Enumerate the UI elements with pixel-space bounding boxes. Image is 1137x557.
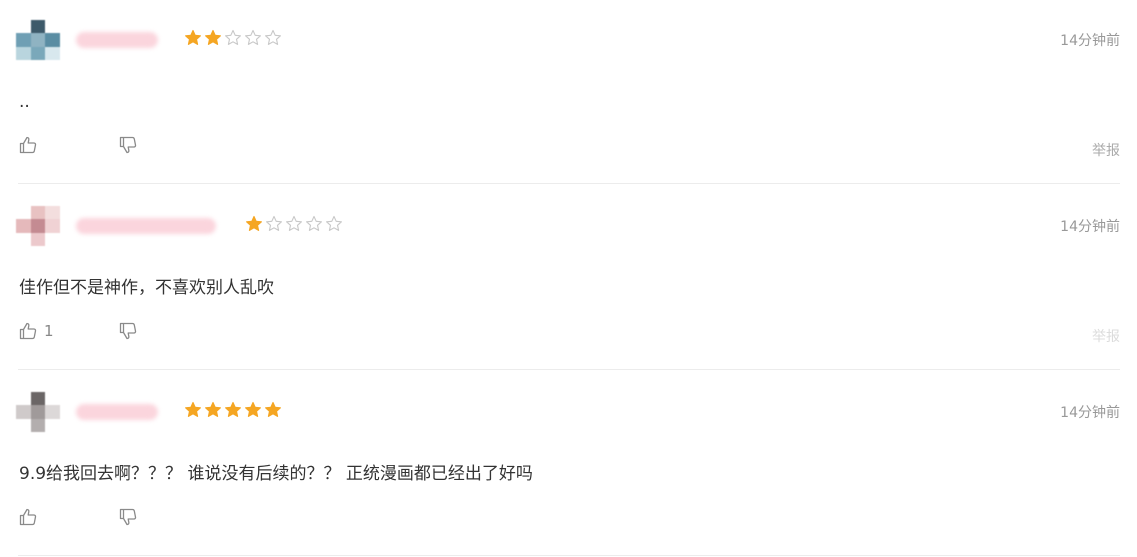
avatar-tile xyxy=(45,219,60,233)
divider xyxy=(18,183,1120,184)
star-filled-icon xyxy=(184,29,202,47)
report-link[interactable]: 举报 xyxy=(1092,140,1120,160)
avatar-tile xyxy=(16,46,31,60)
like-button[interactable]: 1 xyxy=(18,320,118,342)
thumbs-down-icon xyxy=(118,135,138,155)
avatar-tile xyxy=(45,418,60,432)
timestamp: 14分钟前 xyxy=(1060,405,1120,421)
avatar-tile xyxy=(30,20,46,34)
review-item: 14分钟前 9.9给我回去啊？？？ 谁说没有后续的？？ 正统漫画都已经出了好吗 xyxy=(0,372,1137,557)
username[interactable] xyxy=(76,404,158,420)
timestamp: 14分钟前 xyxy=(1060,33,1120,49)
avatar-tile xyxy=(45,392,60,406)
divider xyxy=(18,369,1120,370)
review-actions xyxy=(18,506,138,528)
star-filled-icon xyxy=(264,401,282,419)
review-item: 14分钟前 佳作但不是神作，不喜欢别人乱吹 1 举报 xyxy=(0,186,1137,372)
avatar-tile xyxy=(30,232,46,246)
avatar-tile xyxy=(30,392,46,406)
thumbs-up-icon xyxy=(18,135,38,155)
avatar-tile xyxy=(30,46,46,60)
star-rating xyxy=(184,29,282,47)
avatar-tile xyxy=(16,418,31,432)
avatar-tile xyxy=(16,219,31,233)
dislike-button[interactable] xyxy=(118,506,138,528)
avatar-tile xyxy=(16,232,31,246)
avatar-tile xyxy=(45,33,60,47)
dislike-button[interactable] xyxy=(118,320,138,342)
review-actions: 1 xyxy=(18,320,138,342)
like-button[interactable] xyxy=(18,134,118,156)
avatar-tile xyxy=(16,405,31,419)
review-content: 佳作但不是神作，不喜欢别人乱吹 xyxy=(19,278,274,298)
star-empty-icon xyxy=(285,215,303,233)
review-content: .. xyxy=(19,92,30,112)
avatar[interactable] xyxy=(16,392,60,432)
star-filled-icon xyxy=(244,401,262,419)
review-actions xyxy=(18,134,138,156)
username[interactable] xyxy=(76,32,158,48)
avatar-tile xyxy=(45,46,60,60)
divider xyxy=(18,555,1120,556)
like-count: 1 xyxy=(44,322,54,340)
avatar-tile xyxy=(30,206,46,220)
star-empty-icon xyxy=(325,215,343,233)
thumbs-down-icon xyxy=(118,321,138,341)
avatar-tile xyxy=(16,20,31,34)
star-rating xyxy=(245,215,343,233)
avatar-tile xyxy=(30,219,46,233)
username[interactable] xyxy=(76,218,216,234)
star-rating xyxy=(184,401,282,419)
star-filled-icon xyxy=(204,401,222,419)
timestamp: 14分钟前 xyxy=(1060,219,1120,235)
star-filled-icon xyxy=(184,401,202,419)
avatar[interactable] xyxy=(16,206,60,246)
report-link[interactable]: 举报 xyxy=(1092,326,1120,346)
review-content: 9.9给我回去啊？？？ 谁说没有后续的？？ 正统漫画都已经出了好吗 xyxy=(19,464,533,484)
star-filled-icon xyxy=(204,29,222,47)
star-filled-icon xyxy=(224,401,242,419)
star-empty-icon xyxy=(264,29,282,47)
thumbs-up-icon xyxy=(18,321,38,341)
dislike-button[interactable] xyxy=(118,134,138,156)
avatar-tile xyxy=(45,232,60,246)
star-empty-icon xyxy=(244,29,262,47)
avatar-tile xyxy=(30,33,46,47)
avatar-tile xyxy=(45,206,60,220)
star-filled-icon xyxy=(245,215,263,233)
star-empty-icon xyxy=(265,215,283,233)
avatar-tile xyxy=(45,20,60,34)
star-empty-icon xyxy=(305,215,323,233)
avatar-tile xyxy=(16,206,31,220)
review-item: 14分钟前 .. 举报 xyxy=(0,0,1137,186)
avatar-tile xyxy=(16,33,31,47)
avatar-tile xyxy=(30,405,46,419)
avatar-tile xyxy=(45,405,60,419)
star-empty-icon xyxy=(224,29,242,47)
thumbs-up-icon xyxy=(18,507,38,527)
avatar-tile xyxy=(16,392,31,406)
avatar[interactable] xyxy=(16,20,60,60)
thumbs-down-icon xyxy=(118,507,138,527)
avatar-tile xyxy=(30,418,46,432)
like-button[interactable] xyxy=(18,506,118,528)
